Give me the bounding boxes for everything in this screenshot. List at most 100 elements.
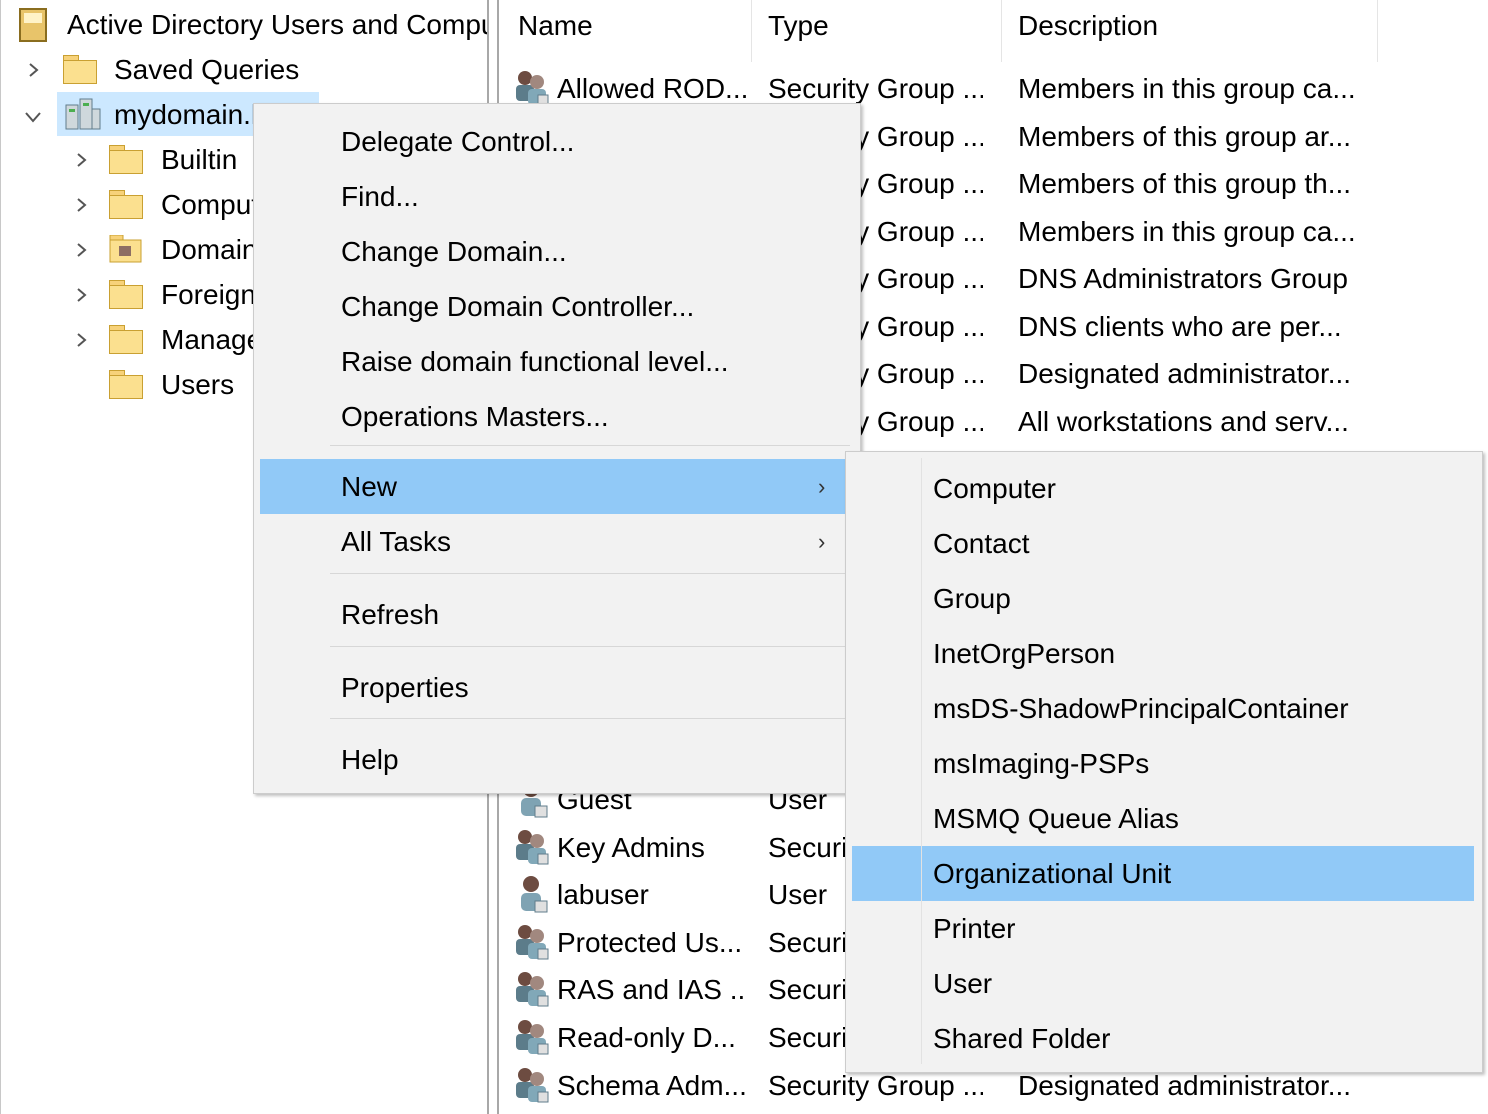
submenu-item-label: Computer	[933, 473, 1056, 504]
submenu-arrow-icon: ›	[818, 474, 826, 499]
submenu-item-label: InetOrgPerson	[933, 638, 1116, 669]
group-icon	[511, 1065, 551, 1105]
submenu-item-user[interactable]: User	[852, 956, 1474, 1011]
cell-name: Protected Us...	[557, 927, 743, 958]
submenu-item-msimaging-psps[interactable]: msImaging-PSPs	[852, 736, 1474, 791]
submenu-item-inetorgperson[interactable]: InetOrgPerson	[852, 626, 1474, 681]
submenu-item-msds-shadowprincipalcontainer[interactable]: msDS-ShadowPrincipalContainer	[852, 681, 1474, 736]
submenu-item-msmq-queue-alias[interactable]: MSMQ Queue Alias	[852, 791, 1474, 846]
menu-item-label: Raise domain functional level...	[341, 346, 729, 377]
column-divider[interactable]	[751, 0, 752, 62]
menu-item-operations-masters[interactable]: Operations Masters...	[260, 389, 852, 444]
tree-item-mydomain[interactable]: mydomain.local	[114, 98, 256, 132]
submenu-item-computer[interactable]: Computer	[852, 461, 1474, 516]
chevron-down-icon[interactable]	[25, 110, 41, 124]
tree-root-label[interactable]: Active Directory Users and Computers	[67, 8, 489, 42]
cell-description: DNS clients who are per...	[1018, 311, 1342, 342]
column-header-type[interactable]: Type	[768, 10, 829, 42]
menu-item-refresh[interactable]: Refresh	[260, 587, 852, 642]
submenu-item-label: msDS-ShadowPrincipalContainer	[933, 693, 1349, 724]
cell-description: Members in this group ca...	[1018, 73, 1356, 104]
menu-separator	[330, 573, 850, 574]
submenu-item-label: Group	[933, 583, 1011, 614]
column-header-description[interactable]: Description	[1018, 10, 1158, 42]
submenu-item-contact[interactable]: Contact	[852, 516, 1474, 571]
menu-item-label: Find...	[341, 181, 419, 212]
tree-item-users[interactable]: Users	[161, 368, 234, 402]
chevron-right-icon[interactable]	[27, 63, 41, 77]
cell-name: Read-only D...	[557, 1022, 736, 1053]
menu-item-find[interactable]: Find...	[260, 169, 852, 224]
menu-separator	[330, 718, 850, 719]
menu-item-label: All Tasks	[341, 526, 451, 557]
submenu-item-group[interactable]: Group	[852, 571, 1474, 626]
cell-description: Members of this group th...	[1018, 168, 1352, 199]
submenu-item-label: MSMQ Queue Alias	[933, 803, 1179, 834]
cell-type: Security Group ...	[768, 1070, 983, 1101]
menu-item-delegate-control[interactable]: Delegate Control...	[260, 114, 852, 169]
menu-item-change-domain[interactable]: Change Domain...	[260, 224, 852, 279]
tree-item-saved-queries[interactable]: Saved Queries	[114, 53, 299, 87]
chevron-right-icon[interactable]	[75, 288, 89, 302]
group-icon	[511, 922, 551, 962]
submenu-item-label: Printer	[933, 913, 1016, 944]
submenu-item-organizational-unit[interactable]: Organizational Unit	[852, 846, 1474, 901]
submenu-item-printer[interactable]: Printer	[852, 901, 1474, 956]
menu-item-label: New	[341, 471, 398, 502]
cell-description: Designated administrator...	[1018, 1070, 1352, 1101]
cell-description: All workstations and serv...	[1018, 406, 1349, 437]
cell-name: Schema Adm...	[557, 1070, 747, 1101]
menu-item-change-domain-controller[interactable]: Change Domain Controller...	[260, 279, 852, 334]
submenu-item-label: msImaging-PSPs	[933, 748, 1150, 779]
menu-item-raise-functional-level[interactable]: Raise domain functional level...	[260, 334, 852, 389]
submenu-item-label: Contact	[933, 528, 1030, 559]
menu-item-help[interactable]: Help	[260, 732, 852, 787]
menu-item-label: Change Domain Controller...	[341, 291, 695, 322]
menu-separator	[330, 646, 850, 647]
cell-description: Designated administrator...	[1018, 358, 1352, 389]
chevron-right-icon[interactable]	[75, 333, 89, 347]
group-icon	[511, 68, 551, 108]
column-divider[interactable]	[1377, 0, 1378, 62]
user-icon	[511, 874, 551, 914]
tree-item-builtin[interactable]: Builtin	[161, 143, 237, 177]
group-icon	[511, 827, 551, 867]
context-menu: Delegate Control... Find... Change Domai…	[253, 103, 861, 794]
submenu-item-shared-folder[interactable]: Shared Folder	[852, 1011, 1474, 1066]
ou-icon	[109, 234, 143, 263]
menu-item-label: Properties	[341, 672, 469, 703]
folder-icon	[109, 145, 143, 174]
cell-name: labuser	[557, 879, 649, 910]
group-icon	[511, 969, 551, 1009]
cell-type: Security Group ...	[768, 73, 983, 104]
menu-item-properties[interactable]: Properties	[260, 660, 852, 715]
chevron-right-icon[interactable]	[75, 198, 89, 212]
folder-icon	[109, 190, 143, 219]
menu-item-label: Operations Masters...	[341, 401, 609, 432]
menu-separator	[330, 445, 850, 446]
folder-icon	[109, 370, 143, 399]
folder-icon	[63, 55, 97, 84]
chevron-right-icon[interactable]	[75, 153, 89, 167]
submenu-item-label: User	[933, 968, 993, 999]
column-header-name[interactable]: Name	[518, 10, 593, 42]
submenu-item-label: Shared Folder	[933, 1023, 1111, 1054]
cell-description: DNS Administrators Group	[1018, 263, 1348, 294]
menu-item-label: Refresh	[341, 599, 440, 630]
group-icon	[511, 1017, 551, 1057]
folder-icon	[109, 280, 143, 309]
cell-name: RAS and IAS ...	[557, 974, 747, 1005]
submenu-arrow-icon: ›	[818, 529, 826, 554]
cell-description: Members in this group ca...	[1018, 216, 1356, 247]
cell-description: Members of this group ar...	[1018, 121, 1352, 152]
ad-console-icon	[19, 8, 47, 42]
menu-item-label: Help	[341, 744, 399, 775]
menu-item-all-tasks[interactable]: All Tasks ›	[260, 514, 852, 569]
folder-icon	[109, 325, 143, 354]
domain-icon	[64, 97, 102, 131]
column-divider[interactable]	[1001, 0, 1002, 62]
cell-name: Key Admins	[557, 832, 705, 863]
chevron-right-icon[interactable]	[75, 243, 89, 257]
menu-item-new[interactable]: New ›	[260, 459, 852, 514]
menu-item-label: Delegate Control...	[341, 126, 575, 157]
